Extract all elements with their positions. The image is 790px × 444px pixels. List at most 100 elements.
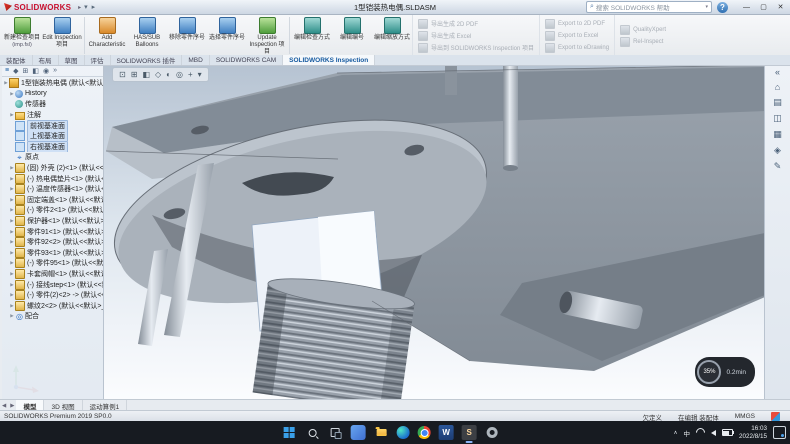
edit-inspection-method-button[interactable]: 编辑检查方式	[292, 15, 332, 56]
tree-item[interactable]: ▶保护器<1> (默认<<默认>_显示状	[3, 216, 103, 227]
command-tab[interactable]: 草图	[59, 55, 85, 65]
word-icon[interactable]: W	[439, 425, 454, 440]
tree-item[interactable]: 上视基准面	[3, 131, 103, 142]
design-library-icon[interactable]: ▤	[773, 97, 782, 108]
tree-item[interactable]: ▶◎配合	[3, 311, 103, 322]
search-dropdown-icon[interactable]: ▾	[705, 4, 708, 10]
appearances-icon[interactable]: ◈	[774, 145, 781, 156]
home-icon[interactable]: ⌂	[775, 82, 780, 92]
edit-inspection-project-button[interactable]: Edit Inspection 项目	[42, 15, 82, 56]
command-tab[interactable]: MBD	[182, 55, 209, 65]
has-sub-balloons-button[interactable]: HAS/SUB Balloons	[127, 15, 167, 56]
configuration-manager-tab[interactable]: ⊞	[22, 67, 28, 75]
tree-item[interactable]: ▶零件93<1> (默认<<默认>_显示状	[3, 248, 103, 259]
solidworks-icon[interactable]: S	[462, 425, 477, 440]
tree-item[interactable]: ▶History	[3, 89, 103, 100]
command-tab[interactable]: 装配体	[0, 55, 33, 65]
settings-icon[interactable]	[485, 425, 500, 440]
feature-manager-tab[interactable]: ≡	[5, 67, 9, 74]
tree-item[interactable]: ▶(-) 温度传感器<1> (默认<<默认>_	[3, 184, 103, 195]
section-view-icon[interactable]: ◧	[142, 70, 150, 79]
battery-icon[interactable]	[722, 429, 733, 436]
tree-item[interactable]: ▶(-) 零件2<1> (默认<<默认>_显示状	[3, 205, 103, 216]
view-palette-icon[interactable]: ▦	[773, 129, 782, 140]
tree-item[interactable]: ▶(-) 零件95<1> (默认<<默认>_显	[3, 258, 103, 269]
select-balloons-button[interactable]: 选择零件序号	[207, 15, 247, 56]
tree-item[interactable]: 传感器	[3, 99, 103, 110]
tree-item[interactable]: ⌖原点	[3, 152, 103, 163]
close-button[interactable]: ✕	[772, 1, 789, 13]
edit-numbering-button[interactable]: 编辑编号	[332, 15, 372, 56]
status-item[interactable]: 在编辑 装配体	[678, 412, 719, 422]
tree-item[interactable]: ▶(-) 热电偶垫片<1> (默认<<默认>_显	[3, 173, 103, 184]
search-input[interactable]: ⌕ 搜索 SOLIDWORKS 帮助 ▾	[586, 1, 712, 13]
custom-properties-status-icon[interactable]	[771, 412, 780, 421]
ime-indicator[interactable]: 中	[683, 428, 690, 438]
command-tab[interactable]: 布局	[33, 55, 59, 65]
zoom-indicator[interactable]: 35% 0.2min	[695, 357, 755, 387]
explorer-icon[interactable]	[374, 425, 389, 440]
start-icon[interactable]	[282, 425, 297, 440]
panel-overflow-button[interactable]: »	[53, 67, 57, 74]
edge-icon[interactable]	[397, 426, 410, 439]
quick-access-icon[interactable]: ▸	[92, 3, 96, 11]
view-orientation-icon[interactable]: ◇	[155, 70, 161, 79]
wifi-icon[interactable]	[694, 426, 707, 439]
chrome-icon[interactable]	[418, 426, 431, 439]
status-item[interactable]: MMGS	[735, 413, 755, 420]
tree-item[interactable]: ▶固定端盖<1> (默认<<默认>_显示	[3, 195, 103, 206]
dimxpert-manager-tab[interactable]: ◧	[32, 67, 39, 75]
tree-item[interactable]: ▶(-) 接线step<1> (默认<<默认>_	[3, 279, 103, 290]
tree-item[interactable]: 右视基准面	[3, 142, 103, 153]
command-tab[interactable]: SOLIDWORKS CAM	[210, 55, 283, 65]
view-settings-icon[interactable]: ▾	[198, 70, 202, 79]
volume-icon[interactable]	[711, 430, 716, 436]
tree-item[interactable]: ▶(-) 零件(2)<2> -> (默认<<默认>	[3, 290, 103, 301]
command-tab[interactable]: SOLIDWORKS 插件	[111, 55, 183, 65]
maximize-button[interactable]: ▢	[755, 1, 772, 13]
display-style-icon[interactable]: ◐	[166, 70, 171, 79]
tree-item[interactable]: ▶(固) 外壳 (2)<1> (默认<<默认>_显示状	[3, 163, 103, 174]
edit-appearance-icon[interactable]: +	[188, 70, 193, 79]
update-inspection-project-button[interactable]: Update Inspection 项目	[247, 15, 287, 56]
minimize-button[interactable]: —	[738, 1, 755, 13]
menu-expand-icon[interactable]: ▸	[75, 4, 84, 11]
history-icon	[15, 90, 23, 98]
widgets-icon[interactable]	[351, 425, 366, 440]
display-manager-tab[interactable]: ◉	[43, 67, 49, 75]
command-tab[interactable]: 评估	[85, 55, 111, 65]
zoom-area-icon[interactable]: ⊞	[131, 70, 138, 79]
tree-item[interactable]: ▶螺纹2<2> (默认<<默认>_显示状	[3, 300, 103, 311]
taskbar-clock[interactable]: 16:03 2022/8/15	[739, 425, 767, 439]
property-manager-tab[interactable]: ◆	[13, 67, 18, 75]
add-characteristic-button[interactable]: Add Characteristic	[87, 15, 127, 56]
command-tab[interactable]: SOLIDWORKS Inspection	[283, 55, 375, 65]
help-button[interactable]: ?	[717, 2, 728, 13]
taskview-icon[interactable]	[328, 425, 343, 440]
tab-nav-right-icon[interactable]: ▶	[8, 403, 16, 409]
tree-item[interactable]: ▶零件92<2> (默认<<默认>_显示状	[3, 237, 103, 248]
collapse-pane-icon[interactable]: «	[775, 67, 780, 77]
status-item[interactable]: 欠定义	[642, 412, 662, 422]
tree-item[interactable]: ▶1型铠装热电偶 (默认<默认_显示状态-1>)	[3, 78, 103, 89]
custom-properties-icon[interactable]: ✎	[774, 161, 782, 172]
tree-item[interactable]: ▶零件91<1> (默认<<默认>_显示状	[3, 226, 103, 237]
tree-item[interactable]: ▶卡套阀帽<1> (默认<<默认>_显	[3, 269, 103, 280]
remove-balloons-button[interactable]: 移除零件序号	[167, 15, 207, 56]
file-explorer-icon[interactable]: ◫	[773, 113, 782, 124]
hide-show-items-icon[interactable]: ◎	[176, 70, 183, 79]
quick-access-icon[interactable]: ▾	[84, 3, 88, 11]
notification-center-icon[interactable]	[773, 426, 786, 439]
zoom-fit-icon[interactable]: ⊡	[119, 70, 126, 79]
search-icon[interactable]	[305, 425, 320, 440]
tab-nav-left-icon[interactable]: ◀	[0, 403, 8, 409]
new-inspection-project-button[interactable]: 新建检查项目(imp.fsl)	[2, 15, 42, 56]
hidden-icons-icon[interactable]: ∧	[673, 430, 677, 436]
graphics-viewport[interactable]: ⊡ ⊞ ◧ ◇ ◐ ◎ + ▾ 35% 0.2min	[2, 65, 765, 399]
tree-item[interactable]: 前视基准面	[3, 120, 103, 131]
tree-item[interactable]: ▶注解	[3, 110, 103, 121]
ribbon-disabled-label: 导出到 SOLIDWORKS Inspection 项目	[431, 43, 534, 52]
edit-scaling-button[interactable]: 编辑缩放方式	[372, 15, 412, 56]
part-icon	[15, 163, 25, 173]
model-canvas[interactable]	[2, 65, 765, 399]
